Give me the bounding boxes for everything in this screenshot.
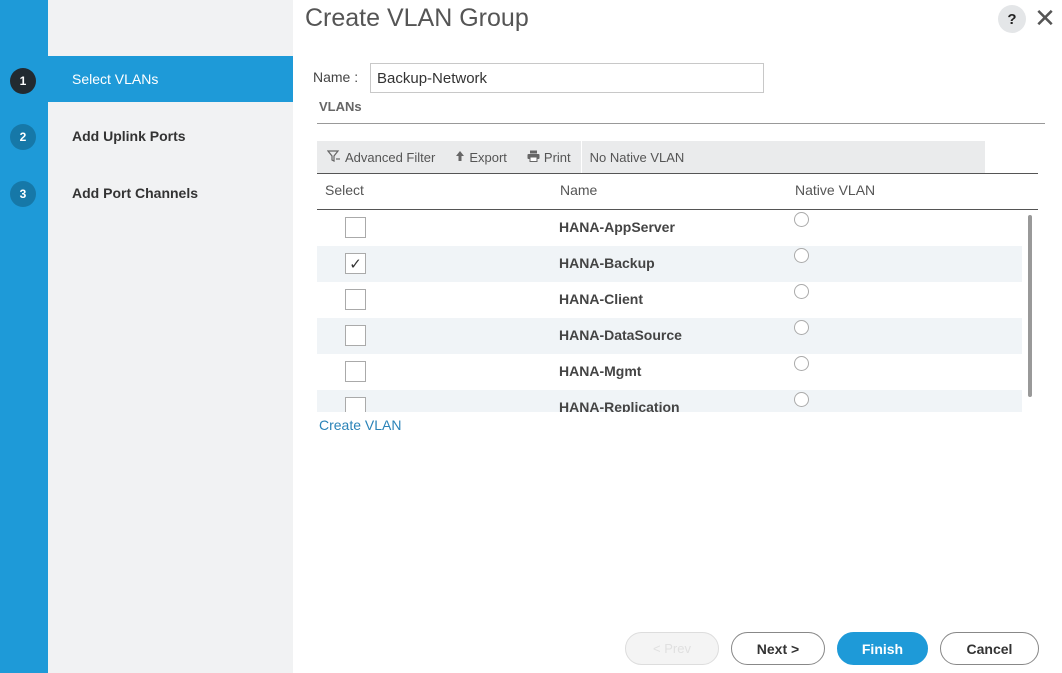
table-row: HANA-Client	[317, 282, 1022, 318]
section-divider	[317, 123, 1045, 124]
column-header-native-vlan: Native VLAN	[795, 182, 876, 198]
next-button[interactable]: Next >	[731, 632, 825, 665]
select-checkbox[interactable]	[345, 397, 366, 412]
close-button[interactable]: ✕	[1033, 4, 1057, 32]
vlan-name: HANA-AppServer	[559, 219, 675, 235]
finish-button[interactable]: Finish	[837, 632, 928, 665]
table-scrollbar[interactable]	[1028, 215, 1032, 397]
column-header-name: Name	[560, 182, 598, 198]
table-toolbar: Advanced Filter Export Print No Native V…	[317, 141, 985, 173]
arrow-up-icon	[455, 150, 465, 165]
native-vlan-indicator: No Native VLAN	[580, 141, 684, 173]
vlan-name: HANA-Replication	[559, 399, 680, 412]
table-header-top-border	[317, 173, 1038, 174]
native-vlan-radio[interactable]	[794, 284, 809, 299]
select-checkbox[interactable]	[345, 361, 366, 382]
table-row: HANA-DataSource	[317, 318, 1022, 354]
advanced-filter-button[interactable]: Advanced Filter	[317, 141, 445, 173]
close-icon: ✕	[1034, 3, 1056, 33]
dialog-title: Create VLAN Group	[305, 4, 529, 32]
advanced-filter-label: Advanced Filter	[345, 149, 436, 165]
nav-step-label: Select VLANs	[72, 71, 159, 87]
step-rail: 1 2 3	[0, 0, 48, 673]
nav-step-label: Add Port Channels	[72, 185, 199, 201]
cancel-button[interactable]: Cancel	[940, 632, 1039, 665]
prev-button[interactable]: < Prev	[625, 632, 719, 665]
vlan-table-body: HANA-AppServer ✓ HANA-Backup HANA-Client…	[317, 210, 1022, 412]
step-1-badge: 1	[10, 68, 36, 94]
vlans-section-label: VLANs	[319, 99, 362, 114]
step-3-badge: 3	[10, 181, 36, 207]
wizard-nav: Select VLANs Add Uplink Ports Add Port C…	[48, 0, 293, 673]
select-checkbox[interactable]	[345, 325, 366, 346]
table-row: HANA-AppServer	[317, 210, 1022, 246]
name-input[interactable]	[370, 63, 764, 93]
create-vlan-link[interactable]: Create VLAN	[319, 417, 401, 433]
printer-icon	[527, 150, 540, 165]
select-checkbox[interactable]	[345, 289, 366, 310]
native-vlan-radio[interactable]	[794, 248, 809, 263]
name-label: Name :	[313, 69, 359, 85]
print-label: Print	[543, 149, 571, 165]
export-button[interactable]: Export	[445, 141, 517, 173]
native-vlan-radio[interactable]	[794, 392, 809, 407]
nav-step-add-port-channels[interactable]: Add Port Channels	[48, 170, 293, 216]
native-vlan-radio[interactable]	[794, 320, 809, 335]
nav-step-select-vlans[interactable]: Select VLANs	[48, 56, 293, 102]
filter-icon	[326, 149, 341, 165]
nav-step-add-uplink-ports[interactable]: Add Uplink Ports	[48, 113, 293, 159]
select-checkbox[interactable]	[345, 217, 366, 238]
select-checkbox[interactable]: ✓	[345, 253, 366, 274]
vlan-name: HANA-Client	[559, 291, 643, 307]
step-2-badge: 2	[10, 124, 36, 150]
nav-step-label: Add Uplink Ports	[72, 128, 186, 144]
table-row: ✓ HANA-Backup	[317, 246, 1022, 282]
print-button[interactable]: Print	[517, 141, 581, 173]
table-row: HANA-Replication	[317, 390, 1022, 412]
help-button[interactable]: ?	[998, 5, 1026, 33]
native-vlan-radio[interactable]	[794, 356, 809, 371]
column-header-select: Select	[325, 182, 364, 198]
vlan-name: HANA-Mgmt	[559, 363, 642, 379]
vlan-name: HANA-DataSource	[559, 327, 682, 343]
export-label: Export	[469, 149, 507, 165]
vlan-name: HANA-Backup	[559, 255, 655, 271]
native-vlan-radio[interactable]	[794, 212, 809, 227]
table-row: HANA-Mgmt	[317, 354, 1022, 390]
